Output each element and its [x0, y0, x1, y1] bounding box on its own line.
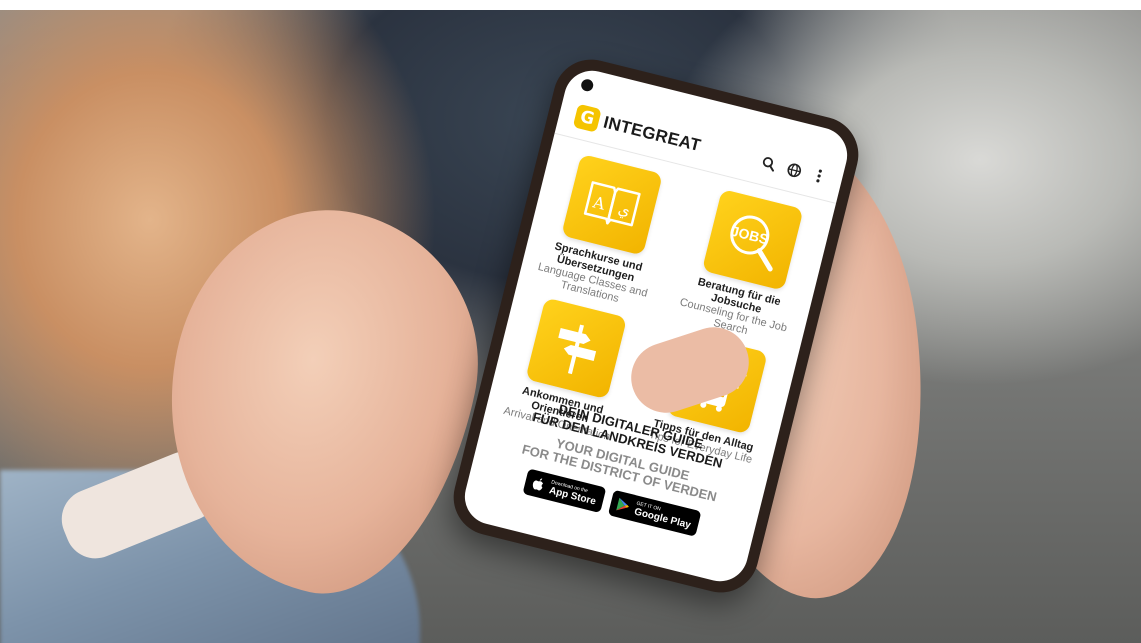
svg-text:A: A [590, 192, 607, 214]
apple-icon [528, 474, 548, 495]
photo-scene: G INTEGREAT A ي Sprachkurse und Übersetz… [0, 0, 1141, 643]
google-play-text: GET IT ON Google Play [633, 500, 693, 530]
logo-text: INTEGREAT [601, 112, 703, 156]
front-camera [579, 77, 595, 93]
app-store-text: Download on the App Store [548, 479, 598, 507]
signpost-icon [524, 297, 627, 400]
app-logo[interactable]: G INTEGREAT [572, 103, 704, 158]
book-translation-icon: A ي [560, 153, 663, 256]
logo-mark-icon: G [572, 103, 602, 133]
top-white-strip [0, 0, 1141, 10]
svg-text:ي: ي [616, 200, 632, 221]
google-play-icon [614, 495, 634, 516]
jobs-magnifier-icon: JOBS [701, 188, 804, 291]
header-toolbar [753, 148, 835, 192]
app-store-badge[interactable]: Download on the App Store [522, 468, 607, 514]
more-vertical-icon[interactable] [803, 160, 835, 192]
